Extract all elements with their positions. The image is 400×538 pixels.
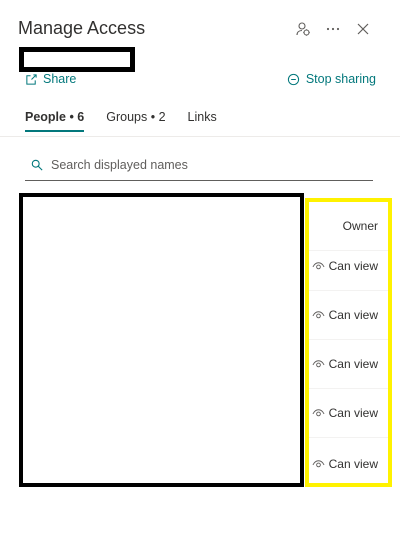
access-tabs: People • 6 Groups • 2 Links [25,110,239,132]
stop-sharing-label: Stop sharing [305,72,376,86]
permissions-column: Owner Can view Can view Can view Can vie… [305,198,392,487]
stop-sharing-button[interactable]: Stop sharing [287,72,376,86]
permission-label: Can view [328,456,378,471]
permission-label: Owner [342,219,378,233]
search-input[interactable] [51,158,351,172]
permission-label: Can view [328,308,378,322]
share-settings-icon[interactable] [288,18,318,40]
permission-can-view[interactable]: Can view [309,439,388,488]
eye-icon [312,311,325,319]
permission-can-view[interactable]: Can view [309,340,388,389]
tab-people[interactable]: People • 6 [25,110,85,132]
manage-access-panel: Manage Access Share Stop sharing People … [0,0,400,538]
eye-icon [312,262,325,270]
tab-divider [0,136,400,137]
close-icon[interactable] [348,18,378,40]
tab-links[interactable]: Links [188,110,217,132]
eye-icon [312,459,325,467]
search-icon [31,159,43,171]
tab-groups[interactable]: Groups • 2 [106,110,165,132]
panel-title: Manage Access [18,18,146,38]
eye-icon [312,360,325,368]
eye-icon [312,409,325,417]
permission-label: Can view [328,259,378,273]
permission-label: Can view [328,357,378,371]
share-button[interactable]: Share [25,72,76,86]
redacted-file-name [19,47,135,72]
search-box [25,150,373,181]
header-actions [288,18,378,40]
share-icon [26,73,37,85]
permission-can-view[interactable]: Can view [309,242,388,291]
share-label: Share [43,72,77,86]
permission-can-view[interactable]: Can view [309,291,388,340]
permission-label: Can view [328,406,378,420]
redacted-people-list [19,193,304,487]
permission-can-view[interactable]: Can view [309,389,388,438]
stop-icon [287,73,299,85]
more-icon[interactable] [318,18,348,40]
